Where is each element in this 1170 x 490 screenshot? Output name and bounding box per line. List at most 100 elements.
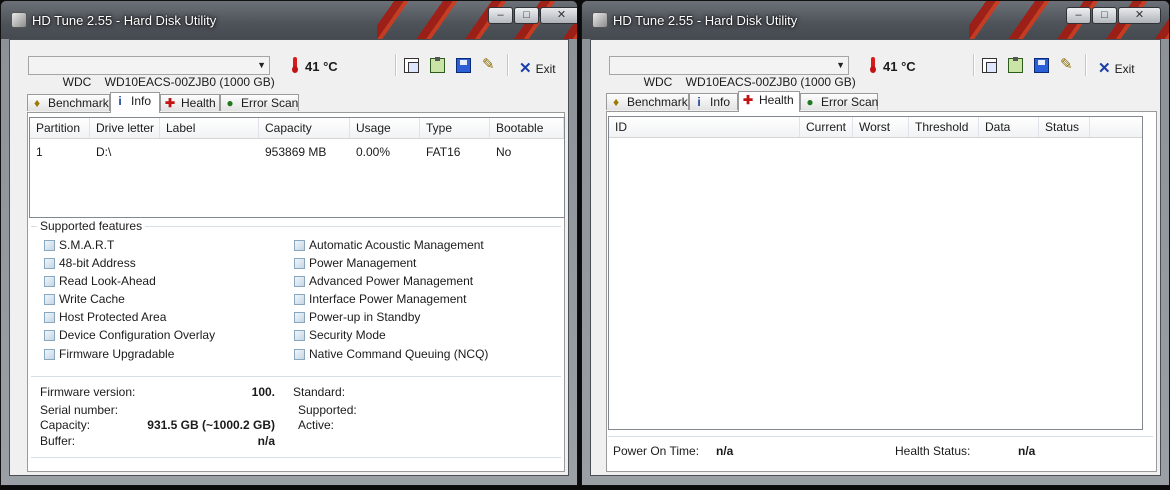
window-title: HD Tune 2.55 - Hard Disk Utility [613,13,798,28]
drive-select-value: WDC WD10EACS-00ZJB0 (1000 GB) [643,75,856,89]
firmware-label: Firmware version: [40,385,136,399]
table-cell: No [496,145,512,159]
paste-icon[interactable] [430,57,445,73]
supported-features-group: Supported features S.M.A.R.T 48-bit Addr… [31,219,561,367]
column-header[interactable]: Threshold [909,117,979,137]
column-header[interactable]: Current [800,117,853,137]
checkbox-icon [44,312,55,323]
minimize-button[interactable]: – [488,7,513,24]
tab-label: Benchmark [627,95,688,109]
drive-select[interactable]: WDC WD10EACS-00ZJB0 (1000 GB) ▼ [28,56,275,89]
thermometer-icon [870,57,876,73]
exit-icon: ✕ [519,60,532,77]
column-header[interactable]: Drive letter [90,118,160,138]
column-header[interactable]: Usage [350,118,420,138]
checkbox-icon [44,349,55,360]
copy-icon[interactable] [982,58,997,73]
column-header[interactable]: Data [979,117,1039,137]
supported-label: Supported: [298,403,357,417]
smart-list-header: ID Current Worst Threshold Data Status [609,117,1142,138]
feature-item: Security Mode [294,328,386,344]
health-summary: Power On Time: n/a Health Status: n/a [608,436,1153,465]
options-icon[interactable]: ✎ [482,57,497,73]
error-scan-icon: ● [226,96,234,110]
info-icon: i [697,95,701,109]
feature-item: 48-bit Address [44,256,136,272]
column-header[interactable]: Capacity [259,118,350,138]
feature-item: Firmware Upgradable [44,347,174,363]
tab-label: Benchmark [48,96,109,110]
checkbox-icon [44,330,55,341]
exit-button[interactable]: ✕ Exit [519,59,556,77]
table-cell: FAT16 [426,145,461,159]
chevron-down-icon: ▼ [836,60,845,70]
column-header[interactable]: Status [1039,117,1090,137]
tab-label: Health [759,93,794,107]
maximize-button[interactable]: □ [514,7,539,24]
tab-label: Error Scan [241,96,299,110]
copy-icon[interactable] [404,58,419,73]
table-cell: D:\ [96,145,112,159]
info-panel: Partition Drive letter Label Capacity Us… [27,112,565,472]
title-bar[interactable]: HD Tune 2.55 - Hard Disk Utility – □ ✕ [582,1,1169,39]
checkbox-icon [44,258,55,269]
window-title: HD Tune 2.55 - Hard Disk Utility [32,13,217,28]
column-header[interactable]: Type [420,118,490,138]
table-cell: 953869 MB [265,145,327,159]
drive-select[interactable]: WDC WD10EACS-00ZJB0 (1000 GB) ▼ [609,56,856,89]
tab-error-scan[interactable]: ● Error Scan [800,93,878,110]
toolbar-separator [1085,54,1087,76]
column-header[interactable]: Bootable [490,118,564,138]
tab-benchmark[interactable]: ♦ Benchmark [27,94,110,111]
tab-health[interactable]: ✚ Health [738,91,800,112]
table-cell: 0.00% [356,145,391,159]
buffer-value: n/a [257,434,275,448]
power-on-label: Power On Time: [613,444,700,458]
minimize-button[interactable]: – [1066,7,1091,24]
feature-item: Automatic Acoustic Management [294,238,484,254]
feature-item: Write Cache [44,292,125,308]
client-area: WDC WD10EACS-00ZJB0 (1000 GB) ▼ 41 °C ✎ … [9,39,569,476]
column-header[interactable]: Label [160,118,259,138]
serial-label: Serial number: [40,403,119,417]
health-panel: ID Current Worst Threshold Data Status P… [606,111,1157,472]
tab-error-scan[interactable]: ● Error Scan [220,94,299,111]
column-header[interactable]: Partition [30,118,90,138]
close-button[interactable]: ✕ [540,7,577,24]
column-header[interactable]: ID [609,117,800,137]
checkbox-icon [294,240,305,251]
tab-info[interactable]: i Info [689,93,738,110]
tab-label: Info [131,94,152,108]
app-icon [592,12,608,28]
benchmark-icon: ♦ [612,95,620,109]
feature-item: Advanced Power Management [294,274,473,290]
smart-attribute-list[interactable]: ID Current Worst Threshold Data Status [608,116,1143,430]
health-icon: ✚ [164,96,176,110]
column-header[interactable]: Worst [853,117,909,137]
exit-button[interactable]: ✕ Exit [1098,59,1135,77]
feature-item: Device Configuration Overlay [44,328,215,344]
health-status-value: n/a [1018,444,1036,458]
partition-list[interactable]: Partition Drive letter Label Capacity Us… [29,117,565,218]
info-icon: i [118,94,122,108]
options-icon[interactable]: ✎ [1060,57,1075,73]
paste-icon[interactable] [1008,57,1023,73]
tab-health[interactable]: ✚ Health [160,94,220,111]
checkbox-icon [44,276,55,287]
tab-label: Info [710,95,731,109]
chevron-down-icon: ▼ [257,60,266,70]
exit-label: Exit [1114,62,1135,76]
client-area: WDC WD10EACS-00ZJB0 (1000 GB) ▼ 41 °C ✎ … [590,39,1161,476]
benchmark-icon: ♦ [33,96,41,110]
close-button[interactable]: ✕ [1118,7,1161,24]
save-icon[interactable] [456,58,471,73]
save-icon[interactable] [1034,58,1049,73]
temperature-value: 41 °C [883,59,916,74]
toolbar: WDC WD10EACS-00ZJB0 (1000 GB) ▼ 41 °C ✎ … [10,40,568,89]
tab-info[interactable]: i Info [110,92,160,113]
tab-benchmark[interactable]: ♦ Benchmark [606,93,689,110]
maximize-button[interactable]: □ [1092,7,1117,24]
checkbox-icon [294,330,305,341]
health-status-label: Health Status: [895,444,971,458]
title-bar[interactable]: HD Tune 2.55 - Hard Disk Utility – □ ✕ [1,1,577,39]
